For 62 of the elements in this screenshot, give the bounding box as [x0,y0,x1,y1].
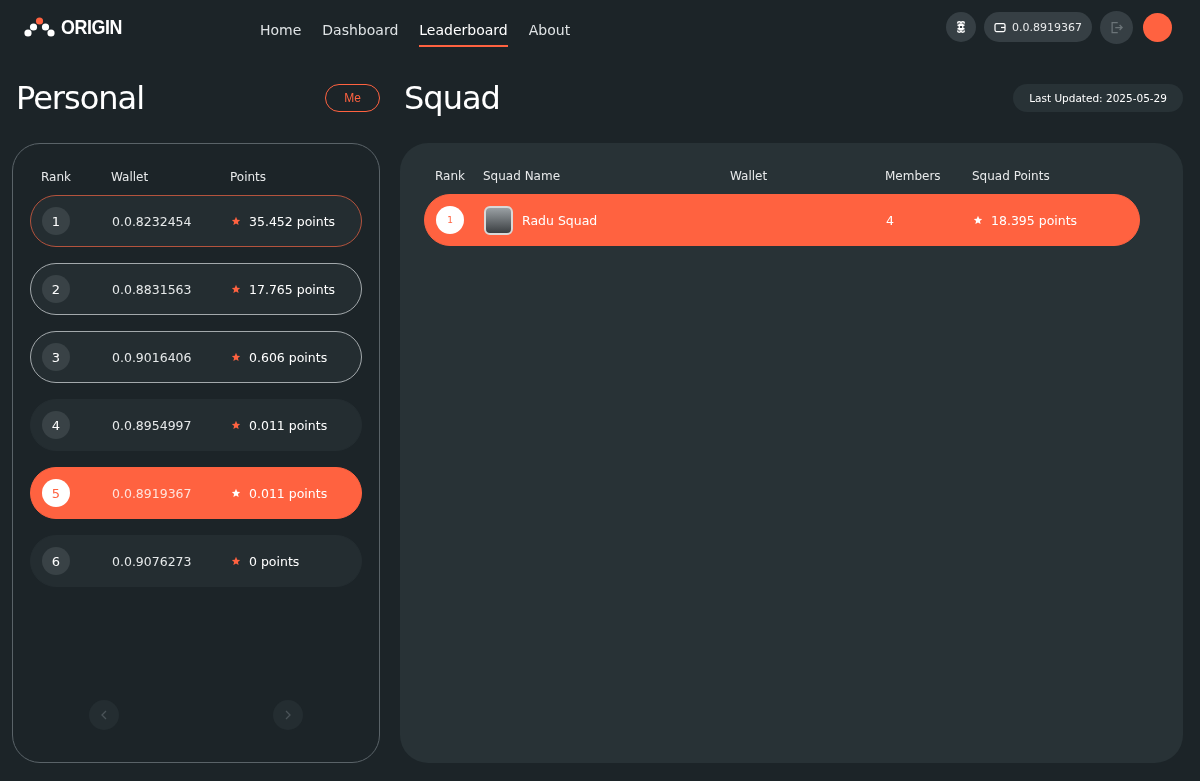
user-avatar[interactable] [1143,12,1172,42]
logo-icon [24,17,55,37]
points-value: 35.452 points [249,213,336,229]
rank-badge: 3 [42,343,70,371]
leaderboard-row[interactable]: 3 0.0.9016406 0.606 points [30,331,362,383]
points-value: 0.011 points [249,485,328,501]
photo-placeholder [484,205,513,235]
column-header: Rank [435,169,466,183]
points-value: 0.606 points [249,349,328,365]
chevron-left-icon [100,710,108,720]
star-icon [231,352,241,362]
leaderboard-row[interactable]: 1 0.0.8232454 35.452 points [30,195,362,247]
nav-link[interactable]: Dashboard [322,15,399,47]
wallet-address: 0.0.9076273 [112,553,193,569]
rank-badge: 1 [42,207,70,235]
rank-badge: 2 [42,275,70,303]
rank-badge: 6 [42,547,70,575]
wallet-address: 0.0.8919367 [1012,20,1082,34]
members-count: 4 [886,212,895,228]
star-icon [231,556,241,566]
section-title: Personal [16,79,145,117]
rank-badge: 1 [436,206,464,234]
star-icon [231,284,241,294]
wallet-address: 0.0.8831563 [112,281,193,297]
star-icon [231,216,241,226]
command-icon [954,20,968,34]
column-header: Wallet [111,170,150,184]
wallet-button[interactable]: 0.0.8919367 [984,12,1092,42]
column-header: Wallet [730,169,769,183]
logout-button[interactable] [1100,10,1133,44]
leaderboard-row[interactable]: 2 0.0.8831563 17.765 points [30,263,362,315]
star-icon [973,215,983,225]
command-button[interactable] [946,12,976,42]
chevron-right-icon [284,710,292,720]
points-value: 17.765 points [249,281,336,297]
wallet-address: 0.0.8919367 [112,485,193,501]
squad-name: Radu Squad [522,212,598,228]
column-header: Squad Points [972,169,1051,183]
logout-icon [1109,19,1124,35]
points-value: 0 points [249,553,300,569]
last-updated-badge: Last Updated: 2025-05-29 [1013,84,1183,112]
nav-link[interactable]: Leaderboard [419,15,508,47]
wallet-icon [994,21,1006,33]
wallet-address: 0.0.9016406 [112,349,193,365]
rank-badge: 4 [42,411,70,439]
wallet-address: 0.0.8954997 [112,417,193,433]
column-header: Members [885,169,942,183]
column-header: Squad Name [483,169,562,183]
wallet-address: 0.0.8232454 [112,213,193,229]
section-title: Squad [404,79,500,117]
star-icon [231,488,241,498]
rank-badge: 5 [42,479,70,507]
column-header: Rank [41,170,72,184]
nav-link[interactable]: About [528,15,571,47]
leaderboard-row[interactable]: 6 0.0.9076273 0 points [30,535,362,587]
points-value: 0.011 points [249,417,328,433]
logo-text: ORIGIN [61,15,122,39]
column-header: Points [230,170,268,184]
nav-link[interactable]: Home [260,15,302,47]
points-value: 18.395 points [991,212,1078,228]
leaderboard-row[interactable]: 4 0.0.8954997 0.011 points [30,399,362,451]
star-icon [231,420,241,430]
